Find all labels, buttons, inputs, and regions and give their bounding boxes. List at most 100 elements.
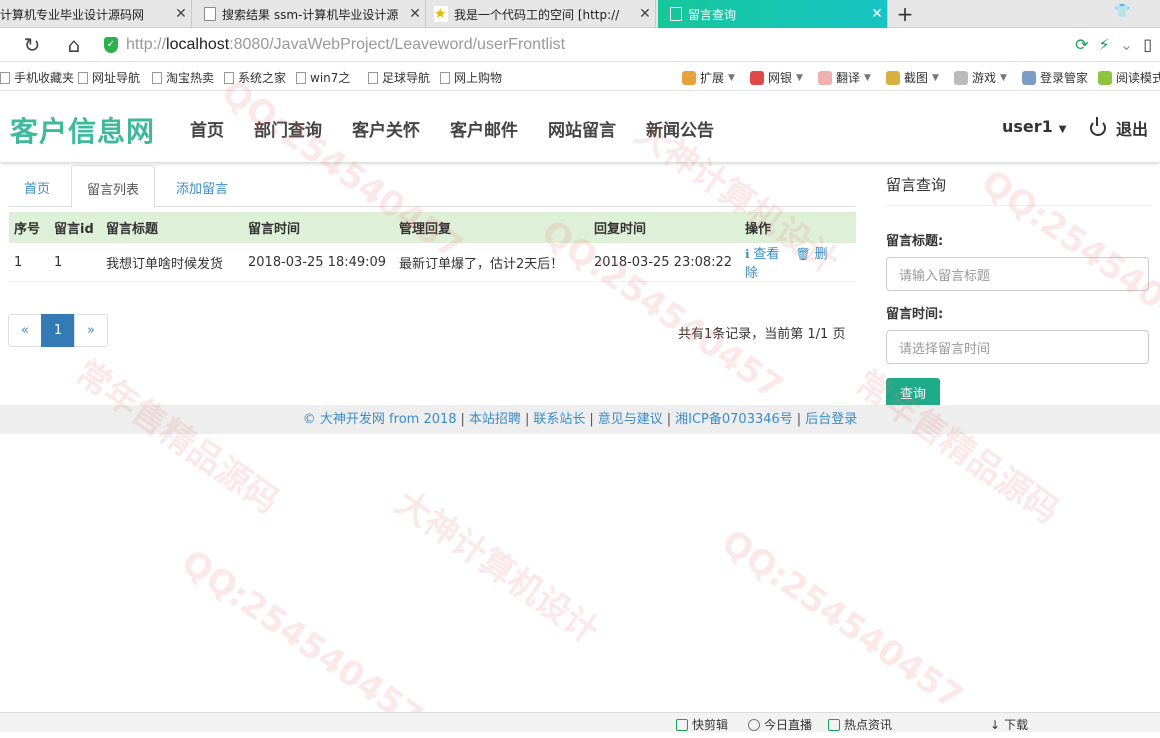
watermark-text: 大神计算机设计 bbox=[388, 482, 606, 653]
browser-tab[interactable]: ★ 我是一个代码工的空间 [http:// ✕ bbox=[428, 0, 656, 28]
page-icon bbox=[440, 71, 450, 84]
new-tab-button[interactable]: + bbox=[892, 2, 918, 26]
user-menu[interactable]: user1 ▼ bbox=[1002, 117, 1067, 136]
url-field[interactable]: ✓ http://localhost:8080/JavaWebProject/L… bbox=[104, 32, 1104, 58]
column-header: 操作 bbox=[740, 212, 856, 243]
toolbar-login-manager[interactable]: 登录管家 bbox=[1022, 69, 1088, 86]
browser-status-bar: 快剪辑 今日直播 热点资讯 ↓ 下载 bbox=[0, 712, 1160, 732]
bookmark-item[interactable]: 手机收藏夹 bbox=[0, 69, 74, 86]
translate-icon bbox=[818, 70, 832, 85]
bookmark-item[interactable]: 网上购物 bbox=[440, 69, 502, 86]
close-icon[interactable]: ✕ bbox=[635, 6, 655, 22]
cell-no: 1 bbox=[9, 243, 49, 282]
bookmark-item[interactable]: 淘宝热卖 bbox=[152, 69, 214, 86]
news-icon bbox=[828, 718, 840, 731]
footer-link-feedback[interactable]: 意见与建议 bbox=[598, 412, 663, 427]
close-icon[interactable]: ✕ bbox=[405, 6, 425, 22]
refresh-green-icon[interactable]: ⟳ bbox=[1075, 35, 1088, 54]
device-icon[interactable]: ▯ bbox=[1143, 35, 1152, 54]
page-1-button[interactable]: 1 bbox=[41, 314, 75, 347]
toolbar-games[interactable]: 游戏 ▼ bbox=[954, 69, 1007, 86]
status-hot-news[interactable]: 热点资讯 bbox=[828, 716, 892, 733]
bookmark-item[interactable]: win7之 bbox=[296, 69, 350, 86]
bookmark-item[interactable]: 网址导航 bbox=[78, 69, 140, 86]
reload-icon[interactable]: ↻ bbox=[20, 33, 44, 57]
toolbar-label: 截图 bbox=[904, 71, 929, 85]
close-icon[interactable]: ✕ bbox=[171, 6, 191, 22]
nav-guestbook[interactable]: 网站留言 bbox=[533, 92, 631, 162]
home-icon[interactable]: ⌂ bbox=[62, 33, 86, 57]
view-link[interactable]: ℹ 查看 bbox=[745, 247, 779, 262]
pagination: « 1 » bbox=[8, 314, 108, 347]
footer-link-admin-login[interactable]: 后台登录 bbox=[805, 412, 857, 427]
logout-button[interactable]: 退出 bbox=[1090, 116, 1148, 140]
nav-department[interactable]: 部门查询 bbox=[239, 92, 337, 162]
nav-customer-care[interactable]: 客户关怀 bbox=[337, 92, 435, 162]
user-name: user1 bbox=[1002, 117, 1053, 136]
browser-tab-title: 搜索结果 ssm-计算机毕业设计源 bbox=[222, 7, 399, 22]
toolbar-translate[interactable]: 翻译 ▼ bbox=[818, 69, 871, 86]
browser-tab[interactable]: 搜索结果 ssm-计算机毕业设计源 ✕ bbox=[198, 0, 426, 28]
browser-tab-active[interactable]: 留言查询 ✕ bbox=[658, 0, 888, 28]
time-search-input[interactable]: 请选择留言时间 bbox=[886, 330, 1149, 364]
tab-home[interactable]: 首页 bbox=[9, 165, 65, 207]
bookmark-item[interactable]: 足球导航 bbox=[368, 69, 430, 86]
page-icon bbox=[296, 71, 306, 84]
toolbar-label: 登录管家 bbox=[1040, 71, 1089, 85]
site-logo[interactable]: 客户信息网 bbox=[10, 110, 155, 150]
status-quick-clip[interactable]: 快剪辑 bbox=[676, 716, 728, 733]
toolbar-extensions[interactable]: 扩展 ▼ bbox=[682, 69, 735, 86]
book-icon bbox=[1098, 70, 1112, 85]
browser-tab-strip: 计算机专业毕业设计源码网 ✕ 搜索结果 ssm-计算机毕业设计源 ✕ ★ 我是一… bbox=[0, 0, 1160, 28]
page-icon bbox=[204, 7, 216, 21]
page-next-button[interactable]: » bbox=[74, 314, 108, 347]
bookmark-item[interactable]: 系统之家 bbox=[224, 69, 286, 86]
content-tabs: 首页 留言列表 添加留言 bbox=[9, 165, 855, 208]
address-bar: ↻ ⌂ ✓ http://localhost:8080/JavaWebProje… bbox=[0, 29, 1160, 62]
cell-title: 我想订单啥时候发货 bbox=[101, 243, 243, 282]
nav-news[interactable]: 新闻公告 bbox=[631, 92, 729, 162]
footer-icp[interactable]: 湘ICP备0703346号 bbox=[675, 412, 793, 427]
url-prefix: http:// bbox=[126, 36, 167, 53]
gamepad-icon bbox=[954, 70, 968, 85]
nav-home[interactable]: 首页 bbox=[175, 92, 239, 162]
toolbar-ebank[interactable]: 网银 ▼ bbox=[750, 69, 803, 86]
bookmark-label: win7之 bbox=[310, 71, 351, 85]
watermark-text: QQ:254540457 bbox=[714, 522, 971, 718]
toolbar-reading-mode[interactable]: 阅读模式 bbox=[1098, 69, 1160, 86]
title-search-input[interactable]: 请输入留言标题 bbox=[886, 257, 1149, 291]
status-live[interactable]: 今日直播 bbox=[748, 716, 812, 733]
lightning-icon[interactable]: ⚡ bbox=[1099, 35, 1110, 54]
dropdown-icon[interactable]: ⌄ bbox=[1120, 35, 1133, 54]
toolbar-label: 游戏 bbox=[972, 71, 997, 85]
browser-tab[interactable]: 计算机专业毕业设计源码网 ✕ bbox=[0, 0, 192, 28]
toolbar-screenshot[interactable]: 截图 ▼ bbox=[886, 69, 939, 86]
tab-message-list[interactable]: 留言列表 bbox=[71, 165, 156, 208]
footer-link-contact[interactable]: 联系站长 bbox=[533, 412, 585, 427]
page-prev-button[interactable]: « bbox=[8, 314, 42, 347]
site-footer: © 大神开发网 from 2018 | 本站招聘 | 联系站长 | 意见与建议 | 湘ICP备0… bbox=[0, 405, 1160, 434]
footer-link-jobs[interactable]: 本站招聘 bbox=[469, 412, 521, 427]
cell-id: 1 bbox=[49, 243, 101, 282]
cell-time: 2018-03-25 18:49:09 bbox=[243, 243, 394, 282]
bookmark-label: 足球导航 bbox=[382, 71, 431, 85]
watermark-text: QQ:254540457 bbox=[174, 542, 431, 738]
logout-label: 退出 bbox=[1116, 120, 1149, 139]
tab-add-message[interactable]: 添加留言 bbox=[161, 165, 243, 207]
site-header: 客户信息网 首页 部门查询 客户关怀 客户邮件 网站留言 新闻公告 user1 ▼… bbox=[0, 92, 1160, 162]
status-label: 快剪辑 bbox=[692, 718, 729, 732]
footer-copyright: © 大神开发网 from 2018 bbox=[302, 412, 457, 427]
nav-customer-mail[interactable]: 客户邮件 bbox=[435, 92, 533, 162]
bookmark-label: 手机收藏夹 bbox=[14, 71, 75, 85]
bookmark-label: 网址导航 bbox=[92, 71, 141, 85]
pagination-info: 共有1条记录，当前第 1/1 页 bbox=[678, 327, 846, 342]
status-download[interactable]: ↓ 下载 bbox=[990, 716, 1028, 733]
shirt-icon[interactable]: 👕 bbox=[1114, 4, 1130, 19]
close-icon[interactable]: ✕ bbox=[867, 6, 887, 22]
caret-down-icon: ▼ bbox=[1058, 124, 1067, 135]
star-icon: ★ bbox=[434, 6, 448, 22]
message-table: 序号 留言id 留言标题 留言时间 管理回复 回复时间 操作 1 1 我想订单啥… bbox=[9, 212, 856, 282]
column-header: 序号 bbox=[9, 212, 49, 243]
toolbar-label: 翻译 bbox=[836, 71, 861, 85]
cell-reply-time: 2018-03-25 23:08:22 bbox=[589, 243, 740, 282]
